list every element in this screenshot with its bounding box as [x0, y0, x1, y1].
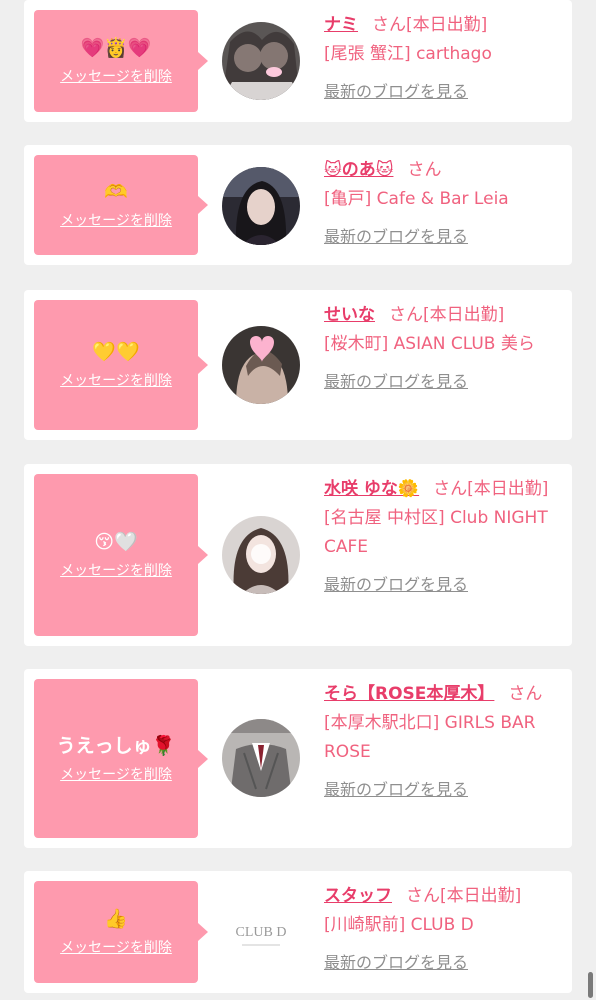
- delete-message-link[interactable]: メッセージを削除: [60, 766, 172, 784]
- latest-blog-link[interactable]: 最新のブログを見る: [324, 572, 560, 598]
- message-card: 😚🤍 メッセージを削除 水咲 ゆな🌼 さん[本日出勤] [名古屋 中村区] Clu…: [24, 464, 572, 646]
- name-line: 🐱のあ🐱 さん: [324, 155, 560, 185]
- status-badge: [本日出勤]: [423, 305, 505, 325]
- avatar[interactable]: [222, 326, 300, 404]
- message-text: 🫶: [104, 181, 128, 203]
- delete-message-link[interactable]: メッセージを削除: [60, 939, 172, 957]
- message-bubble: 💛💛 メッセージを削除: [34, 300, 208, 430]
- latest-blog-link[interactable]: 最新のブログを見る: [324, 79, 560, 105]
- message-bubble: 👍 メッセージを削除: [34, 881, 208, 983]
- message-card: 🫶 メッセージを削除 🐱のあ🐱 さん [亀戸] Cafe & Bar Leia 最…: [24, 145, 572, 265]
- message-card: 💛💛 メッセージを削除 せいな さん[本日出勤] [桜木町] ASIAN CLUB…: [24, 290, 572, 440]
- status-badge: [本日出勤]: [467, 479, 549, 499]
- san-label: さん: [407, 160, 442, 180]
- name-line: そら【ROSE本厚木】 さん: [324, 679, 560, 709]
- message-bubble: 💗👸💗 メッセージを削除: [34, 10, 208, 112]
- avatar[interactable]: [222, 167, 300, 245]
- san-label: さん: [372, 15, 406, 35]
- latest-blog-link[interactable]: 最新のブログを見る: [324, 224, 560, 250]
- message-bubble: 🫶 メッセージを削除: [34, 155, 208, 255]
- status-badge: [本日出勤]: [406, 15, 488, 35]
- shop-name: [桜木町] ASIAN CLUB 美ら: [324, 334, 535, 354]
- name-line: 水咲 ゆな🌼 さん[本日出勤]: [324, 474, 560, 504]
- message-card: うえっしゅ🌹 メッセージを削除 そら【ROSE本厚木】 さん [本厚木駅北口] G…: [24, 669, 572, 848]
- message-card: 💗👸💗 メッセージを削除 ナミ さん[本日出勤] [尾張 蟹江] carthago…: [24, 0, 572, 122]
- delete-message-link[interactable]: メッセージを削除: [60, 68, 172, 86]
- shop-name: [名古屋 中村区] Club NIGHT CAFE: [324, 508, 548, 557]
- card-info: せいな さん[本日出勤] [桜木町] ASIAN CLUB 美ら 最新のブログを見…: [324, 300, 560, 395]
- latest-blog-link[interactable]: 最新のブログを見る: [324, 950, 560, 976]
- logo-text: CLUB D: [236, 925, 287, 940]
- cast-name-link[interactable]: ナミ: [324, 15, 358, 35]
- san-label: さん: [433, 479, 468, 499]
- message-text: うえっしゅ🌹: [56, 734, 176, 757]
- message-text: 👍: [104, 908, 128, 930]
- delete-message-link[interactable]: メッセージを削除: [60, 212, 172, 230]
- status-badge: [本日出勤]: [440, 886, 522, 906]
- cast-name-link[interactable]: せいな: [324, 305, 375, 325]
- shop-name: [本厚木駅北口] GIRLS BAR ROSE: [324, 713, 536, 762]
- latest-blog-link[interactable]: 最新のブログを見る: [324, 777, 560, 803]
- shop-name: [尾張 蟹江] carthago: [324, 44, 492, 64]
- cast-name-link[interactable]: 水咲 ゆな🌼: [324, 479, 419, 499]
- card-info: 🐱のあ🐱 さん [亀戸] Cafe & Bar Leia 最新のブログを見る: [324, 155, 560, 250]
- shop-name: [川崎駅前] CLUB D: [324, 915, 474, 935]
- delete-message-link[interactable]: メッセージを削除: [60, 562, 172, 580]
- latest-blog-link[interactable]: 最新のブログを見る: [324, 369, 560, 395]
- message-bubble: うえっしゅ🌹 メッセージを削除: [34, 679, 208, 838]
- shop-logo[interactable]: CLUB D: [222, 893, 300, 971]
- cast-name-link[interactable]: 🐱のあ🐱: [324, 160, 393, 180]
- name-line: スタッフ さん[本日出勤]: [324, 881, 560, 911]
- delete-message-link[interactable]: メッセージを削除: [60, 372, 172, 390]
- san-label: さん: [389, 305, 423, 325]
- avatar[interactable]: [222, 22, 300, 100]
- shop-name: [亀戸] Cafe & Bar Leia: [324, 189, 509, 209]
- message-text: 😚🤍: [94, 531, 138, 553]
- message-text: 💗👸💗: [80, 37, 152, 59]
- card-info: そら【ROSE本厚木】 さん [本厚木駅北口] GIRLS BAR ROSE 最新…: [324, 679, 560, 803]
- message-card: 👍 メッセージを削除 CLUB D スタッフ さん[本日出勤] [川崎駅前] CL…: [24, 871, 572, 993]
- san-label: さん: [406, 886, 440, 906]
- san-label: さん: [508, 684, 543, 704]
- name-line: せいな さん[本日出勤]: [324, 300, 560, 330]
- cast-name-link[interactable]: スタッフ: [324, 886, 392, 906]
- avatar[interactable]: [222, 516, 300, 594]
- message-bubble: 😚🤍 メッセージを削除: [34, 474, 208, 636]
- name-line: ナミ さん[本日出勤]: [324, 10, 560, 40]
- scrollbar[interactable]: [588, 972, 593, 998]
- message-text: 💛💛: [92, 341, 140, 363]
- avatar[interactable]: [222, 719, 300, 797]
- cast-name-link[interactable]: そら【ROSE本厚木】: [324, 684, 494, 704]
- card-info: 水咲 ゆな🌼 さん[本日出勤] [名古屋 中村区] Club NIGHT CAFE…: [324, 474, 560, 598]
- card-info: スタッフ さん[本日出勤] [川崎駅前] CLUB D 最新のブログを見る: [324, 881, 560, 976]
- card-info: ナミ さん[本日出勤] [尾張 蟹江] carthago 最新のブログを見る: [324, 10, 560, 105]
